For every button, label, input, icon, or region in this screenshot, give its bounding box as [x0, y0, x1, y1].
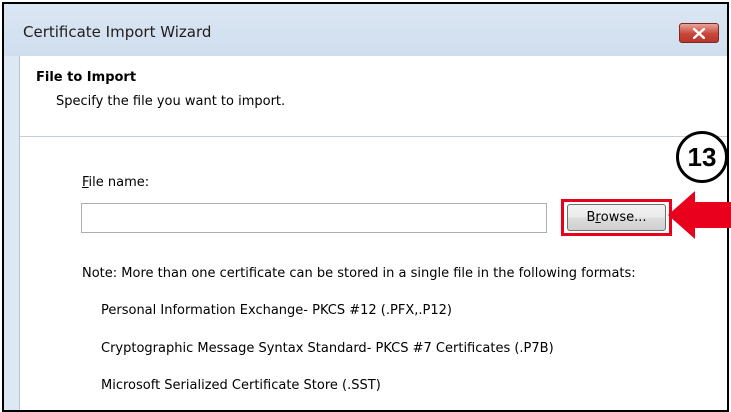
browse-label-post: owse...: [600, 210, 647, 225]
page-title: File to Import: [36, 70, 137, 85]
format-item-sst: Microsoft Serialized Certificate Store (…: [101, 378, 381, 393]
format-item-p7b: Cryptographic Message Syntax Standard- P…: [101, 341, 554, 356]
certificate-import-wizard-window: Certificate Import Wizard File to Import…: [2, 2, 729, 412]
window-title: Certificate Import Wizard: [23, 23, 212, 41]
browse-button[interactable]: Br owse...: [567, 204, 666, 231]
file-name-label: File name:: [82, 175, 149, 190]
title-bar[interactable]: Certificate Import Wizard: [4, 4, 727, 56]
close-icon: [693, 27, 705, 39]
close-button[interactable]: [679, 23, 719, 43]
header-divider: [20, 136, 727, 137]
file-name-input[interactable]: [81, 203, 547, 233]
page-subtitle: Specify the file you want to import.: [56, 94, 286, 109]
pointer-arrow-icon: [668, 191, 731, 239]
browse-label-pre: B: [586, 210, 596, 225]
formats-note: Note: More than one certificate can be s…: [82, 266, 636, 281]
file-name-label-text: ile name:: [88, 175, 150, 190]
wizard-content: File to Import Specify the file you want…: [19, 56, 727, 410]
step-number-badge: 13: [676, 131, 728, 183]
format-item-pfx: Personal Information Exchange- PKCS #12 …: [101, 303, 452, 318]
